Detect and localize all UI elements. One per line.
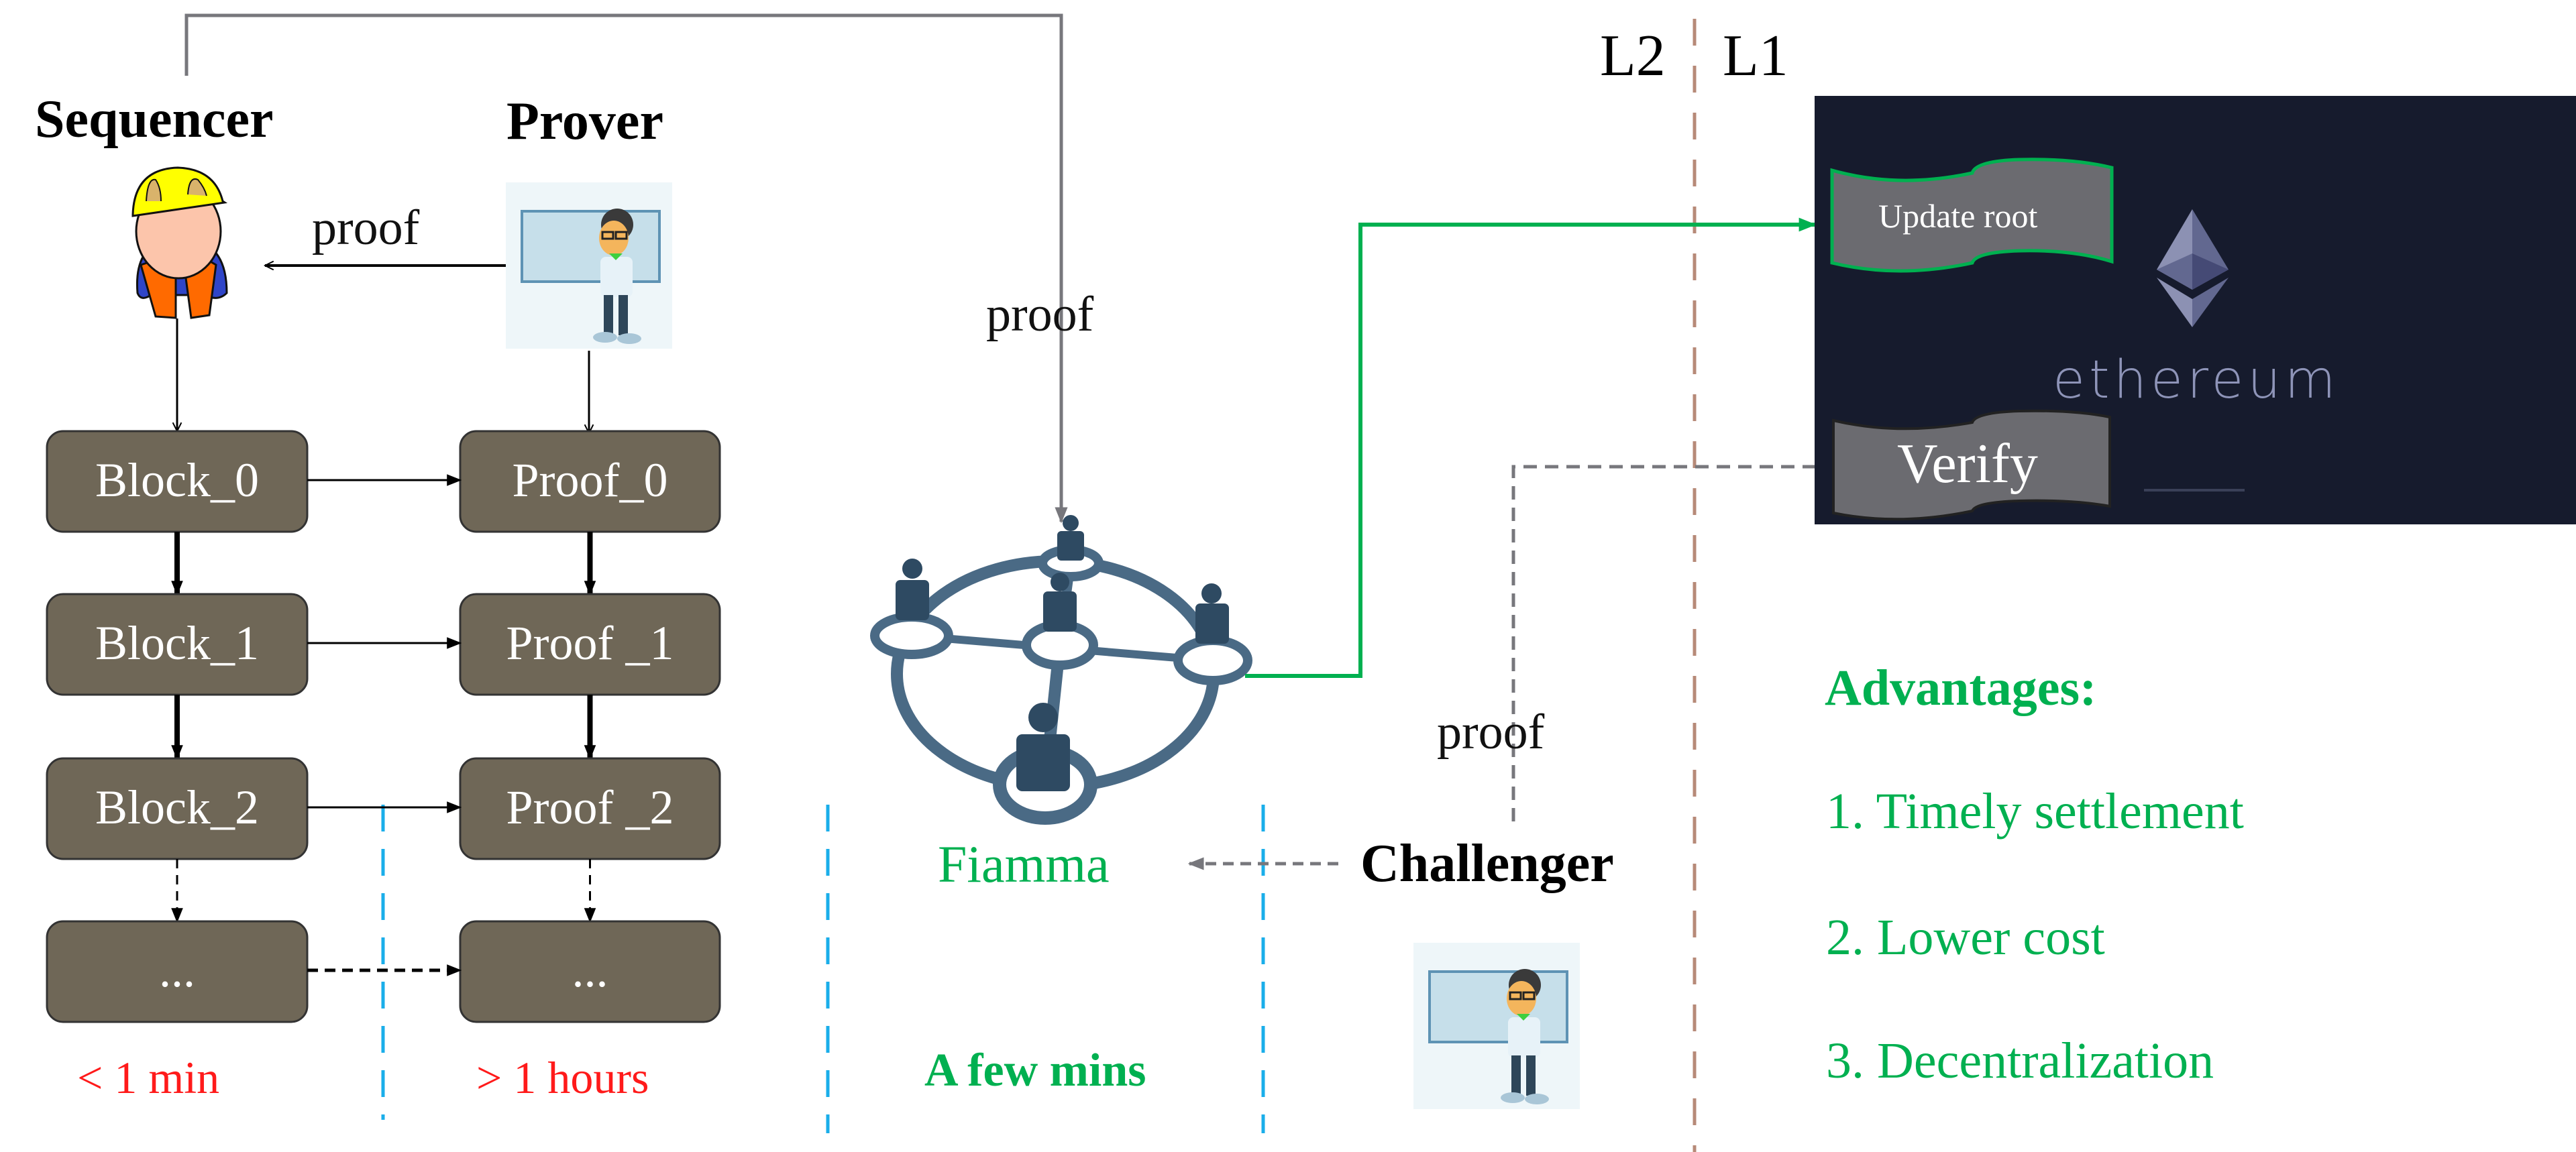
sequencer-title: Sequencer: [35, 90, 274, 149]
block-box-label: Block_0: [95, 453, 259, 507]
fiamma-network-icon: [870, 515, 1252, 825]
fiamma-label: Fiamma: [938, 835, 1110, 893]
prover-title: Prover: [506, 92, 663, 151]
ethereum-wordmark: ethereum: [2053, 350, 2340, 410]
challenger-to-verify-arrow: [1511, 460, 1837, 821]
advantage-item: 1. Timely settlement: [1826, 783, 2244, 840]
block-box-label: ...: [159, 943, 195, 997]
update-root-label: Update root: [1878, 197, 2038, 235]
layer-label-l1: L1: [1723, 23, 1788, 89]
proof-box-label: Proof_0: [512, 453, 668, 507]
proof-box-label: ...: [572, 943, 608, 997]
block-box-label: Block_2: [95, 781, 259, 834]
challenger-title: Challenger: [1360, 834, 1614, 893]
advantage-item: 3. Decentralization: [1826, 1033, 2214, 1089]
prover-to-sequencer-label: proof: [312, 200, 420, 255]
fiamma-to-update-root-arrow: [1245, 217, 1817, 678]
challenger-to-l1-label: proof: [1437, 705, 1545, 760]
block-box-label: Block_1: [95, 616, 259, 670]
layer-label-l2: L2: [1600, 23, 1666, 89]
block-timing-label: < 1 min: [77, 1052, 220, 1103]
proof-box-label: Proof _1: [506, 616, 674, 670]
proof-box-label: Proof _2: [506, 781, 674, 834]
ethereum-copyright-line: [2144, 489, 2245, 492]
advantage-item: 2. Lower cost: [1826, 909, 2105, 966]
sequencer-worker-icon: [131, 166, 228, 319]
advantages-title: Advantages:: [1825, 660, 2097, 716]
challenger-illustration-icon: [1413, 943, 1580, 1109]
prover-illustration-icon: [506, 182, 672, 349]
sequencer-to-fiamma-label: proof: [986, 287, 1094, 342]
verify-label: Verify: [1897, 433, 2038, 495]
proof-timing-label: > 1 hours: [476, 1052, 649, 1103]
fiamma-timing-label: A few mins: [924, 1045, 1146, 1096]
